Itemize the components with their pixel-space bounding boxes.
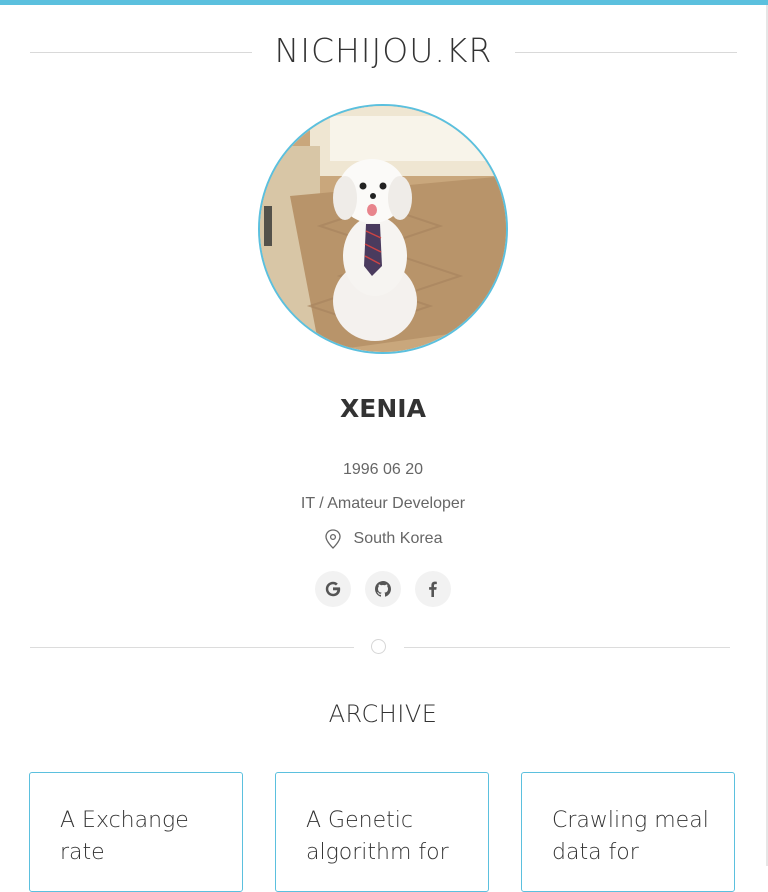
divider-line-right — [404, 647, 730, 648]
archive-title: ARCHIVE — [328, 700, 438, 728]
archive-card-title[interactable]: A Genetic algorithm for — [306, 805, 468, 869]
archive-card[interactable]: Crawling meal data for — [521, 772, 735, 892]
social-links — [0, 571, 766, 607]
profile-job: IT / Amateur Developer — [300, 495, 466, 512]
archive-card-title[interactable]: Crawling meal data for — [552, 805, 714, 869]
archive-card-title[interactable]: A Exchange rate — [60, 805, 222, 869]
avatar — [258, 104, 508, 354]
header-rule-right — [515, 52, 737, 53]
profile-location: South Korea — [0, 529, 766, 549]
github-icon — [375, 581, 391, 597]
section-divider — [30, 638, 730, 656]
location-text: South Korea — [353, 530, 443, 547]
google-button[interactable] — [315, 571, 351, 607]
google-icon — [325, 581, 341, 597]
profile-name: XENIA — [340, 394, 426, 423]
github-button[interactable] — [365, 571, 401, 607]
profile-birthday: 1996 06 20 — [342, 461, 424, 478]
archive-card[interactable]: A Exchange rate — [29, 772, 243, 892]
top-accent-bar — [0, 0, 768, 5]
divider-dot — [371, 639, 386, 654]
site-title[interactable]: NICHIJOU.KR — [30, 26, 737, 76]
facebook-icon — [429, 581, 437, 597]
map-pin-icon — [324, 529, 342, 549]
facebook-button[interactable] — [415, 571, 451, 607]
divider-line-left — [30, 647, 354, 648]
archive-card[interactable]: A Genetic algorithm for — [275, 772, 489, 892]
site-header: NICHIJOU.KR — [30, 26, 737, 76]
